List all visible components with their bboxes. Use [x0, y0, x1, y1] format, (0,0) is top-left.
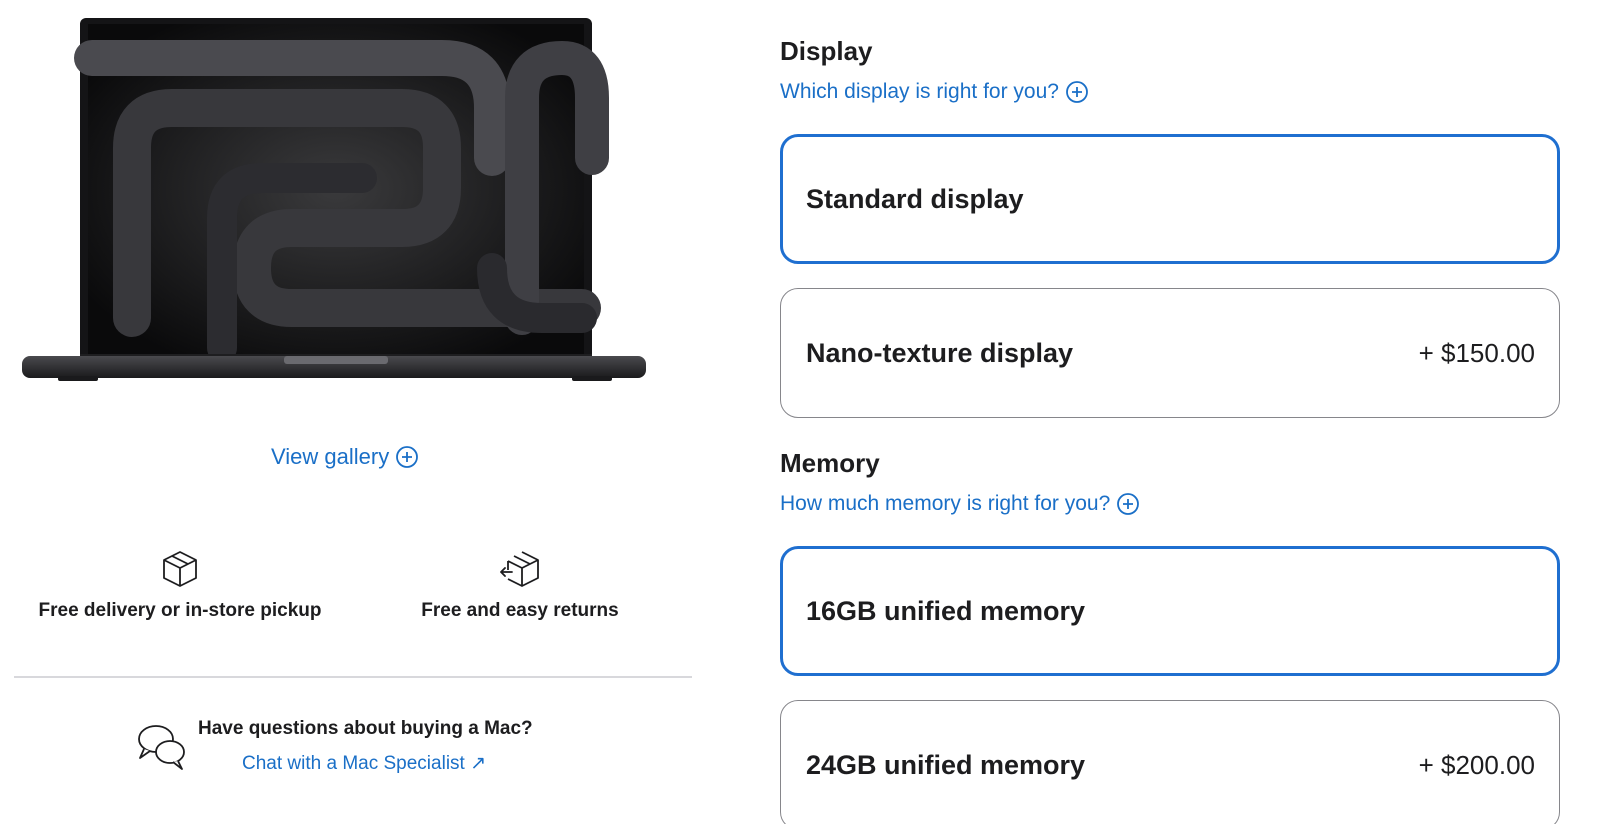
memory-help-label: How much memory is right for you?	[780, 492, 1111, 515]
laptop-product-image	[22, 18, 672, 398]
option-price: + $150.00	[1418, 337, 1535, 368]
option-24gb-memory[interactable]: 24GB unified memory + $200.00	[780, 700, 1560, 824]
plus-circle-icon	[1117, 493, 1140, 515]
chat-bubbles-icon	[138, 725, 185, 770]
display-section-title: Display	[780, 36, 873, 66]
perk-returns-label: Free and easy returns	[421, 600, 619, 621]
product-summary-column: View gallery Free delivery or in-store p…	[0, 0, 700, 824]
option-label: Nano-texture display	[806, 337, 1074, 368]
configuration-column: Display Which display is right for you? …	[780, 0, 1580, 824]
option-nano-texture-display[interactable]: Nano-texture display + $150.00	[780, 288, 1560, 418]
memory-help-link[interactable]: How much memory is right for you?	[780, 492, 1140, 516]
perk-free-returns: Free and easy returns	[410, 548, 630, 622]
option-label: 24GB unified memory	[806, 749, 1086, 780]
option-price: + $200.00	[1418, 749, 1535, 780]
option-label: 16GB unified memory	[806, 595, 1086, 626]
display-help-label: Which display is right for you?	[780, 80, 1059, 103]
box-icon	[163, 551, 197, 587]
chat-specialist-link[interactable]: Chat with a Mac Specialist ↗	[242, 752, 486, 775]
help-question: Have questions about buying a Mac?	[198, 718, 533, 739]
display-help-link[interactable]: Which display is right for you?	[780, 80, 1089, 104]
plus-circle-icon	[1066, 81, 1088, 103]
memory-section-title: Memory	[780, 448, 880, 478]
perk-delivery-label: Free delivery or in-store pickup	[38, 600, 322, 621]
section-divider	[14, 676, 692, 678]
perk-free-delivery: Free delivery or in-store pickup	[30, 548, 330, 622]
plus-circle-icon	[396, 446, 419, 468]
product-config-page: View gallery Free delivery or in-store p…	[0, 0, 1610, 824]
view-gallery-label: View gallery	[271, 444, 390, 469]
option-standard-display[interactable]: Standard display	[780, 134, 1560, 264]
option-label: Standard display	[806, 183, 1024, 214]
mac-specialist-help: Have questions about buying a Mac? Chat …	[136, 718, 556, 788]
option-16gb-memory[interactable]: 16GB unified memory	[780, 546, 1560, 676]
box-return-icon	[500, 551, 539, 587]
view-gallery-link[interactable]: View gallery	[271, 444, 419, 470]
